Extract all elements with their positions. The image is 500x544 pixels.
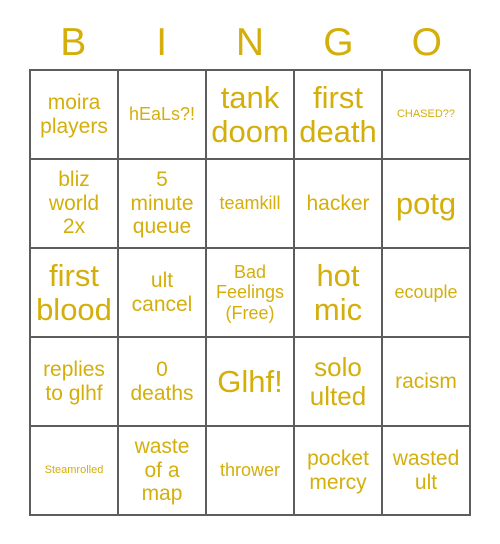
bingo-cell-label: hot mic [313, 258, 363, 327]
bingo-cell-r2-c2[interactable]: 5 minute queue [119, 160, 207, 249]
bingo-cell-label: thrower [219, 460, 281, 481]
bingo-cell-label: racism [395, 369, 457, 393]
bingo-cell-r5-c4[interactable]: pocket mercy [295, 427, 383, 516]
bingo-cell-r2-c1[interactable]: bliz world 2x [31, 160, 119, 249]
bingo-cell-label: CHASED?? [396, 108, 456, 121]
bingo-cell-label: Glhf! [217, 363, 283, 399]
bingo-cell-label: first blood [36, 258, 112, 327]
bingo-cell-label: bliz world 2x [48, 168, 100, 239]
bingo-cell-r4-c1[interactable]: replies to glhf [31, 338, 119, 427]
bingo-header-letter-b: B [60, 21, 87, 64]
bingo-cell-label: Steamrolled [44, 464, 104, 477]
bingo-cell-r3-c4[interactable]: hot mic [295, 249, 383, 338]
bingo-cell-label: waste of a map [134, 435, 190, 506]
bingo-header-letter-g: G [323, 21, 354, 64]
bingo-cell-r1-c2[interactable]: hEaLs?! [119, 71, 207, 160]
bingo-cell-r5-c5[interactable]: wasted ult [383, 427, 471, 516]
bingo-cell-r3-c5[interactable]: ecouple [383, 249, 471, 338]
bingo-cell-label: Bad Feelings (Free) [215, 261, 285, 323]
bingo-cell-r1-c3[interactable]: tank doom [207, 71, 295, 160]
bingo-cell-r3-c2[interactable]: ult cancel [119, 249, 207, 338]
bingo-header-letter-i: I [156, 21, 168, 64]
bingo-cell-r5-c1[interactable]: Steamrolled [31, 427, 119, 516]
bingo-cell-r3-c1[interactable]: first blood [31, 249, 119, 338]
bingo-cell-label: solo ulted [309, 351, 367, 411]
bingo-card: B I N G O moira players hEaLs?! tank doom f… [0, 0, 500, 544]
bingo-cell-r5-c3[interactable]: thrower [207, 427, 295, 516]
bingo-cell-r4-c5[interactable]: racism [383, 338, 471, 427]
bingo-cell-r3-c3[interactable]: Bad Feelings (Free) [207, 249, 295, 338]
bingo-cell-r2-c3[interactable]: teamkill [207, 160, 295, 249]
bingo-cell-r4-c3[interactable]: Glhf! [207, 338, 295, 427]
bingo-cell-r1-c1[interactable]: moira players [31, 71, 119, 160]
bingo-cell-label: hacker [306, 191, 370, 215]
bingo-header: B I N G O [29, 16, 471, 69]
bingo-cell-r4-c4[interactable]: solo ulted [295, 338, 383, 427]
bingo-cell-label: ult cancel [131, 268, 193, 316]
bingo-header-letter-n: N [235, 21, 265, 64]
bingo-header-letter-o: O [411, 21, 442, 64]
bingo-cell-label: potg [395, 185, 457, 221]
bingo-cell-r1-c4[interactable]: first death [295, 71, 383, 160]
bingo-cell-label: 0 deaths [130, 357, 194, 405]
bingo-cell-label: hEaLs?! [128, 104, 196, 125]
bingo-cell-label: replies to glhf [43, 357, 105, 405]
bingo-cell-label: moira players [40, 90, 108, 138]
bingo-cell-r2-c5[interactable]: potg [383, 160, 471, 249]
bingo-grid: moira players hEaLs?! tank doom first death… [29, 69, 471, 516]
bingo-cell-r4-c2[interactable]: 0 deaths [119, 338, 207, 427]
bingo-cell-label: tank doom [211, 80, 289, 149]
bingo-cell-label: 5 minute queue [130, 168, 194, 239]
bingo-cell-label: first death [299, 80, 377, 149]
bingo-cell-label: ecouple [394, 282, 458, 303]
bingo-cell-label: teamkill [219, 193, 281, 214]
bingo-cell-label: wasted ult [392, 446, 460, 494]
bingo-cell-r5-c2[interactable]: waste of a map [119, 427, 207, 516]
bingo-cell-r1-c5[interactable]: CHASED?? [383, 71, 471, 160]
bingo-cell-label: pocket mercy [307, 446, 369, 494]
bingo-cell-r2-c4[interactable]: hacker [295, 160, 383, 249]
